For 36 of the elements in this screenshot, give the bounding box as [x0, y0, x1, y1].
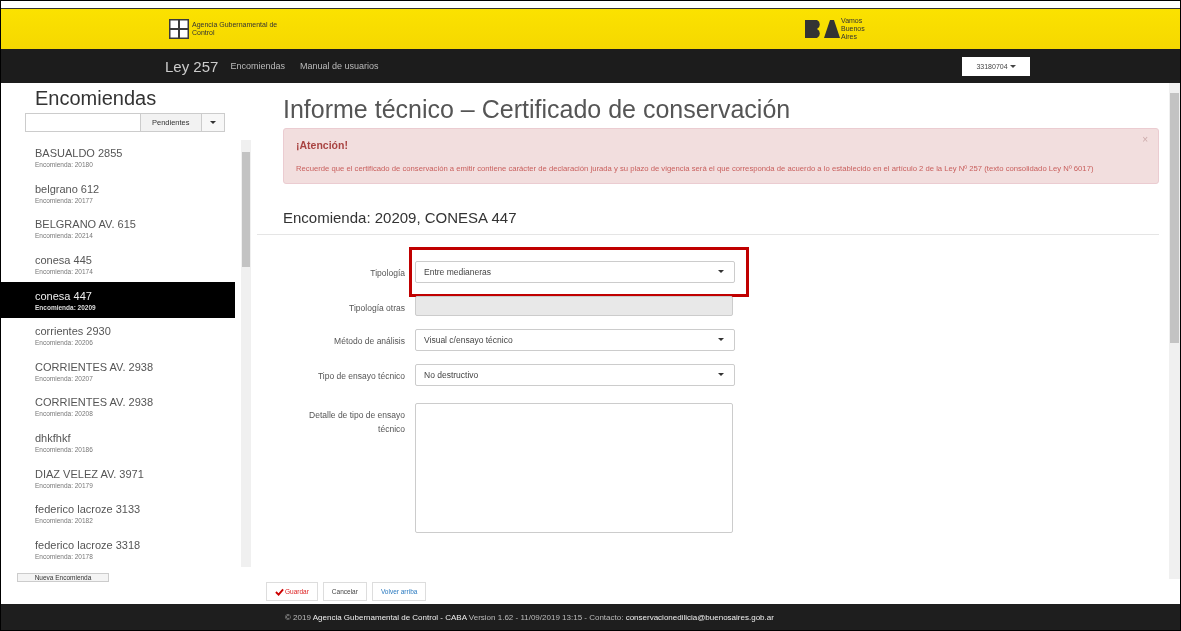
field-label: Tipo de ensayo técnico — [316, 369, 405, 383]
item-title: corrientes 2930 — [35, 325, 112, 338]
check-icon — [275, 587, 284, 596]
item-title: dhkfhkf — [35, 432, 72, 445]
item-title: conesa 447 — [35, 289, 93, 302]
city-logo-icon — [804, 19, 840, 39]
text-area[interactable] — [415, 402, 733, 533]
brand-link[interactable]: Ley 257 — [165, 57, 219, 75]
select-field[interactable]: No destructivo — [415, 363, 735, 386]
item-title: DIAZ VELEZ AV. 3971 — [35, 467, 145, 480]
agency-logo-icon — [169, 19, 189, 39]
search-field[interactable] — [25, 113, 141, 132]
item-title: conesa 445 — [35, 254, 93, 267]
item-title: belgrano 612 — [35, 182, 101, 195]
item-title: federico lacroze 3133 — [35, 503, 142, 516]
field-label: Método de análisis — [333, 334, 405, 348]
item-title: BASUALDO 2855 — [35, 147, 124, 160]
scrollbar[interactable] — [241, 140, 251, 568]
item-title: CORRIENTES AV. 2938 — [35, 360, 154, 373]
sidebar-title: Encomiendas — [35, 87, 158, 110]
item-title: BELGRANO AV. 615 — [35, 218, 137, 231]
select-field[interactable]: Visual c/ensayo técnico — [415, 328, 735, 351]
scrollbar[interactable] — [1169, 83, 1180, 579]
item-title: federico lacroze 3318 — [35, 538, 142, 551]
field-label: Tipología — [369, 266, 405, 280]
field-label: Detalle de tipo de ensayo técnico — [308, 408, 405, 437]
footer-text: © 2019 Agencia Gubernamental de Control - CABA Version 1.62 - 11/09/2019 13:15 - Contacto: conservacionedilicia@buenosaires.gob.ar — [285, 612, 774, 622]
select-field[interactable]: Entre medianeras — [415, 260, 735, 283]
dropdown-button[interactable] — [201, 113, 225, 132]
field-label: Tipología otras — [348, 301, 405, 315]
item-title: CORRIENTES AV. 2938 — [35, 396, 154, 409]
section-heading: Encomienda: 20209, CONESA 447 — [283, 208, 518, 226]
alert-title: ¡Atención! — [296, 139, 348, 151]
nav-link[interactable]: Encomiendas — [230, 61, 285, 71]
page-title: Informe técnico – Certificado de conservación — [283, 95, 792, 124]
nav-link[interactable]: Manual de usuarios — [299, 61, 379, 71]
